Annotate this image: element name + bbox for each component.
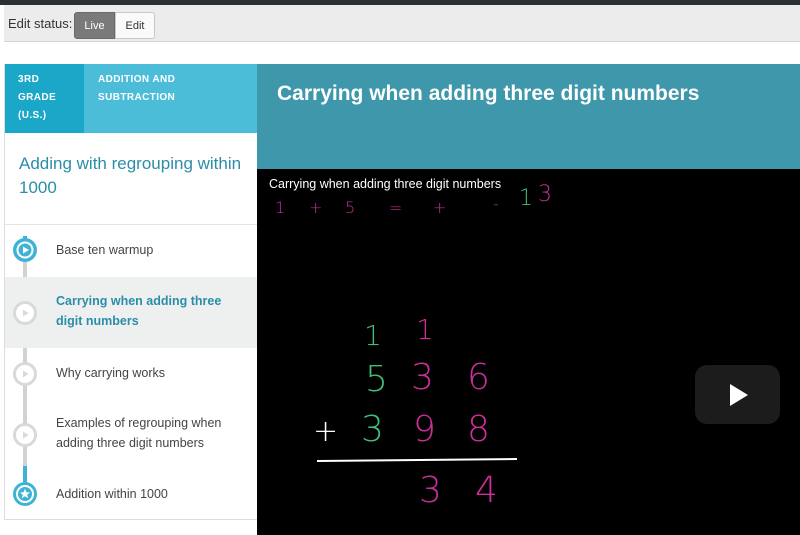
board-scribble: -: [493, 194, 499, 213]
content-header: Carrying when adding three digit numbers: [257, 64, 800, 169]
addend-digit: 6: [467, 357, 490, 398]
breadcrumb: 3RD GRADE (U.S.) ADDITION AND SUBTRACTIO…: [5, 64, 258, 133]
board-scribble: +: [309, 198, 322, 217]
sum-line: [316, 458, 518, 462]
board-scribble: 3: [538, 182, 552, 207]
play-icon: [729, 383, 748, 406]
result-digit: 3: [419, 470, 442, 511]
board-scribble: 1: [519, 186, 533, 211]
plus-sign: +: [313, 414, 338, 449]
live-button[interactable]: Live: [74, 12, 115, 39]
addend-digit: 8: [467, 409, 490, 450]
sidebar: 3RD GRADE (U.S.) ADDITION AND SUBTRACTIO…: [4, 64, 258, 520]
play-icon: [13, 423, 37, 447]
carry-digit: 1: [416, 313, 434, 346]
blackboard: 1 + 5 = + - 1 3 1 1 5 3 6 + 3 9 8 3 4: [275, 182, 552, 511]
edit-status-label: Edit status:: [8, 16, 73, 31]
play-icon: [13, 301, 37, 325]
page-title: Carrying when adding three digit numbers: [277, 82, 700, 105]
list-item-label: Base ten warmup: [56, 243, 154, 257]
star-icon: [13, 482, 37, 506]
list-item-addition-within-1000[interactable]: Addition within 1000: [5, 470, 258, 535]
addend-digit: 5: [365, 359, 388, 400]
breadcrumb-item-grade[interactable]: 3RD GRADE (U.S.): [5, 64, 84, 133]
board-scribble: 5: [345, 198, 355, 217]
play-button[interactable]: [695, 365, 780, 424]
edit-status-bar: Edit status: Live Edit: [4, 5, 800, 42]
board-scribble: +: [433, 198, 446, 217]
addend-digit: 3: [411, 357, 434, 398]
edit-button[interactable]: Edit: [115, 12, 155, 39]
addend-digit: 9: [413, 409, 436, 450]
carry-digit: 1: [364, 319, 382, 352]
breadcrumb-label: ADDITION AND SUBTRACTION: [98, 74, 176, 103]
play-icon: [13, 362, 37, 386]
list-item-label: Carrying when adding three digit numbers: [56, 294, 222, 328]
list-item-label: Why carrying works: [56, 366, 166, 380]
list-item-carrying-three-digit[interactable]: Carrying when adding three digit numbers: [5, 277, 258, 348]
result-digit: 4: [475, 470, 498, 511]
addend-digit: 3: [361, 409, 384, 450]
board-scribble: =: [389, 198, 402, 217]
breadcrumb-item-unit[interactable]: ADDITION AND SUBTRACTION: [84, 64, 258, 133]
board-scribble: 1: [275, 198, 285, 217]
list-item-label: Examples of regrouping when adding three…: [56, 416, 222, 450]
list-item-examples-regrouping[interactable]: Examples of regrouping when adding three…: [5, 399, 258, 470]
list-item-label: Addition within 1000: [56, 487, 168, 501]
play-icon: [13, 238, 37, 262]
topic-title: Adding with regrouping within 1000: [19, 154, 242, 197]
video-player[interactable]: Carrying when adding three digit numbers…: [257, 169, 800, 535]
breadcrumb-label: 3RD GRADE (U.S.): [18, 74, 57, 121]
